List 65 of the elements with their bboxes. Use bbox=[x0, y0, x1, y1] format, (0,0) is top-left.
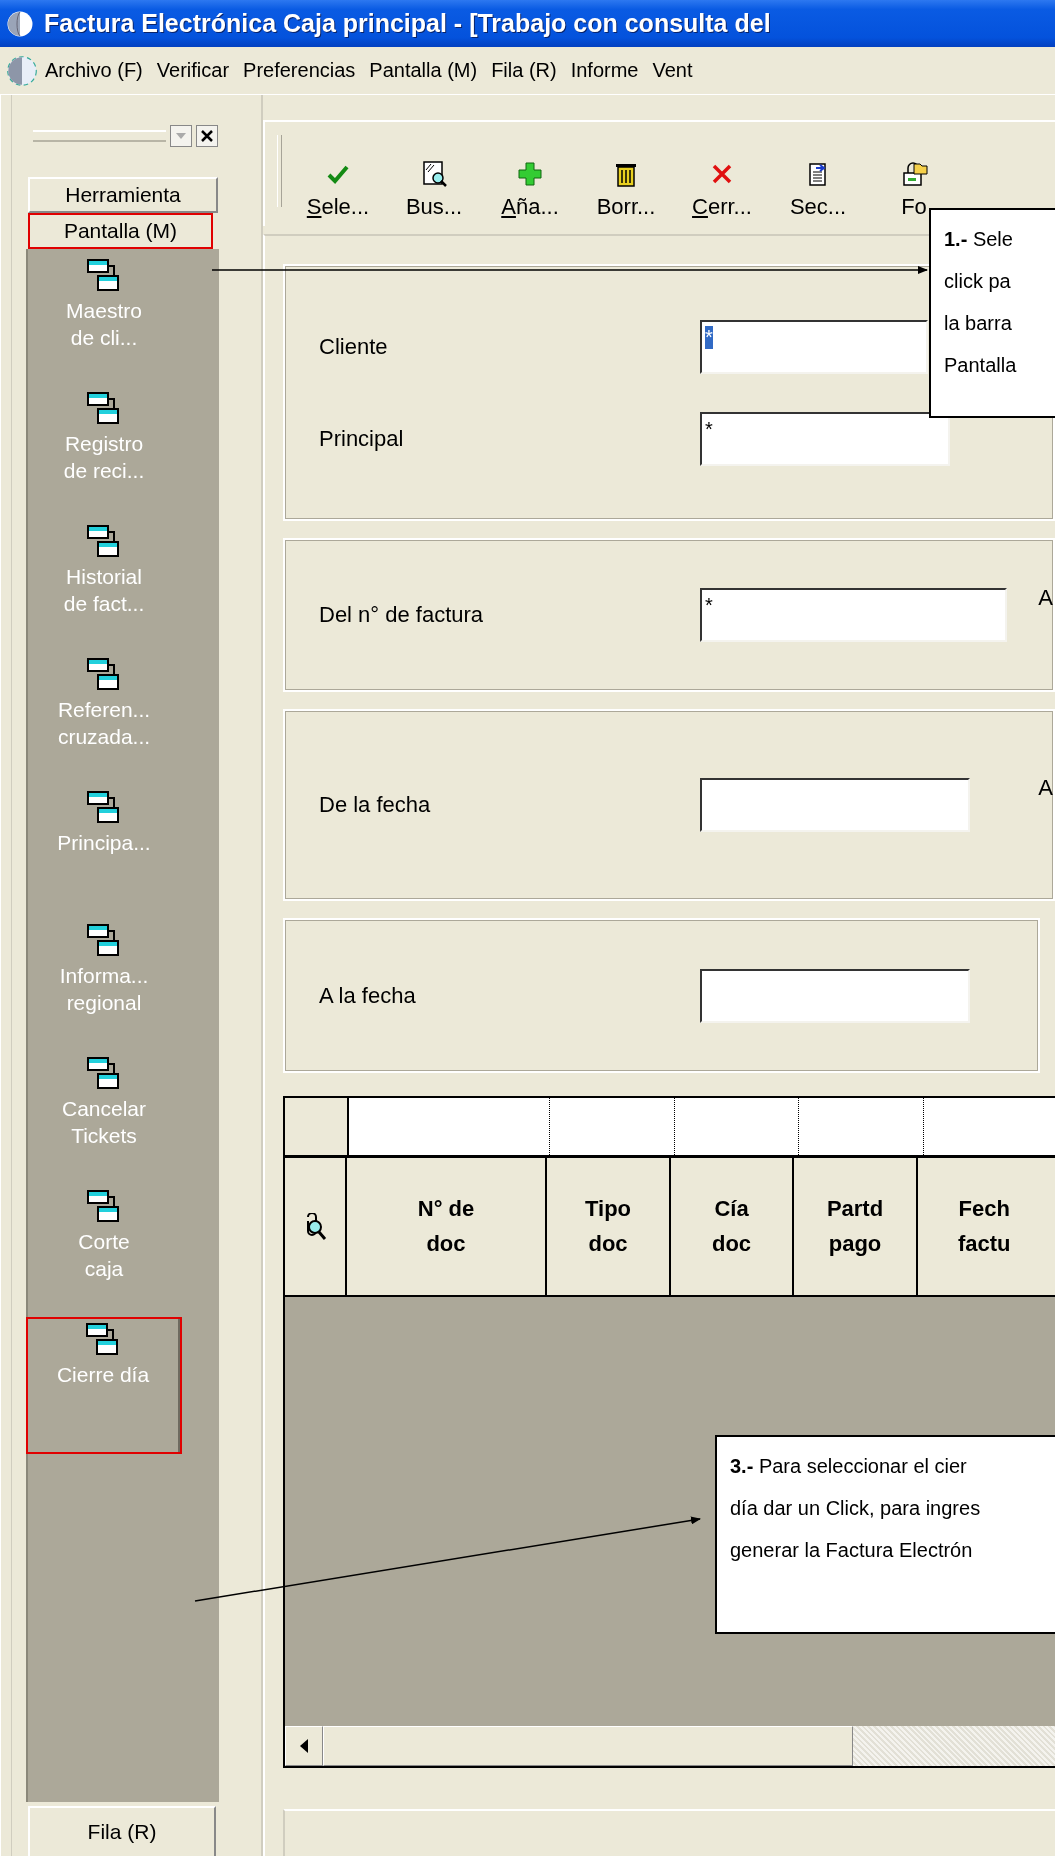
menu-item[interactable]: Vent bbox=[645, 55, 700, 86]
column-header[interactable]: Partd pago bbox=[794, 1158, 918, 1295]
field-label: A la fecha bbox=[319, 982, 417, 1009]
input-field[interactable]: * bbox=[700, 411, 950, 466]
globe-icon bbox=[6, 9, 34, 38]
item-label: Historial de fact... bbox=[63, 564, 145, 618]
grip-handle[interactable] bbox=[33, 130, 166, 142]
menu-item[interactable]: Fila (R) bbox=[484, 55, 564, 86]
folder-icon bbox=[900, 160, 928, 188]
column-header[interactable] bbox=[285, 1158, 347, 1295]
form-icon bbox=[87, 525, 121, 557]
field-label: Principal bbox=[319, 425, 405, 452]
item-label: Informa... regional bbox=[59, 963, 149, 1017]
menu-item[interactable]: Verificar bbox=[149, 55, 237, 86]
column-header[interactable]: Tipo doc bbox=[547, 1158, 671, 1295]
column-header[interactable]: N° de doc bbox=[347, 1158, 547, 1295]
form-icon bbox=[87, 1190, 121, 1222]
field-label: A bbox=[1038, 775, 1053, 801]
item-label: Referen... cruzada... bbox=[57, 697, 151, 751]
column-header[interactable]: Cía doc bbox=[671, 1158, 794, 1295]
plus-icon bbox=[516, 160, 544, 188]
field-label: De la fecha bbox=[319, 792, 432, 818]
item-label: Cancelar Tickets bbox=[61, 1096, 146, 1150]
input-field[interactable]: * bbox=[700, 319, 928, 374]
sidebar-tab[interactable]: Pantalla (M) bbox=[28, 213, 213, 249]
grid-cell[interactable] bbox=[550, 1098, 675, 1155]
sidebar-tab[interactable]: Herramienta bbox=[28, 177, 218, 213]
left-arrow-icon bbox=[300, 1739, 308, 1753]
grid-cell[interactable] bbox=[349, 1098, 550, 1155]
item-label: Principa... bbox=[57, 830, 151, 856]
scroll-left-button[interactable] bbox=[285, 1726, 323, 1766]
close-button[interactable] bbox=[196, 125, 218, 147]
form-icon bbox=[87, 658, 121, 690]
menu-item[interactable]: Preferencias bbox=[236, 55, 363, 86]
callout-text: 1.- Sele click pa la barra Pantalla bbox=[944, 227, 1018, 378]
grid-cell[interactable] bbox=[799, 1098, 924, 1155]
sidebar-tab[interactable]: Fila (R) bbox=[28, 1806, 216, 1856]
form-icon bbox=[86, 1323, 120, 1355]
menu-item[interactable]: Pantalla (M) bbox=[362, 55, 485, 86]
callout-text: 3.- Para seleccionar el cier día dar un Click, para ingres generar la Factura Electrón bbox=[730, 1454, 982, 1563]
globe-icon bbox=[6, 54, 38, 87]
column-header[interactable]: Fech factu bbox=[918, 1158, 1055, 1295]
form-icon bbox=[87, 392, 121, 424]
form-icon bbox=[87, 791, 121, 823]
form-icon bbox=[87, 259, 121, 291]
scrollbar-thumb[interactable] bbox=[323, 1726, 853, 1766]
close-icon bbox=[201, 130, 213, 142]
caret-icon bbox=[176, 133, 186, 139]
input-field[interactable] bbox=[700, 968, 970, 1023]
item-label: Maestro de cli... bbox=[66, 298, 142, 352]
field-label: Del n° de factura bbox=[319, 602, 485, 628]
grid-cell[interactable] bbox=[675, 1098, 799, 1155]
form-icon bbox=[87, 924, 121, 956]
input-field[interactable]: * bbox=[700, 588, 1007, 642]
menu-item[interactable]: Informe bbox=[563, 55, 646, 86]
item-label: Corte caja bbox=[78, 1229, 130, 1283]
menu-item[interactable]: Archivo (F) bbox=[38, 55, 150, 86]
window-title: Factura Electrónica Caja principal - [Trabajo con consulta del bbox=[44, 9, 771, 38]
search-icon bbox=[420, 160, 448, 188]
field-label: A bbox=[1038, 585, 1053, 611]
item-label: Cierre día bbox=[56, 1362, 150, 1388]
form-icon bbox=[87, 1057, 121, 1089]
input-field[interactable] bbox=[700, 778, 970, 832]
item-label: Registro de reci... bbox=[63, 431, 145, 485]
field-label: Cliente bbox=[319, 333, 389, 360]
